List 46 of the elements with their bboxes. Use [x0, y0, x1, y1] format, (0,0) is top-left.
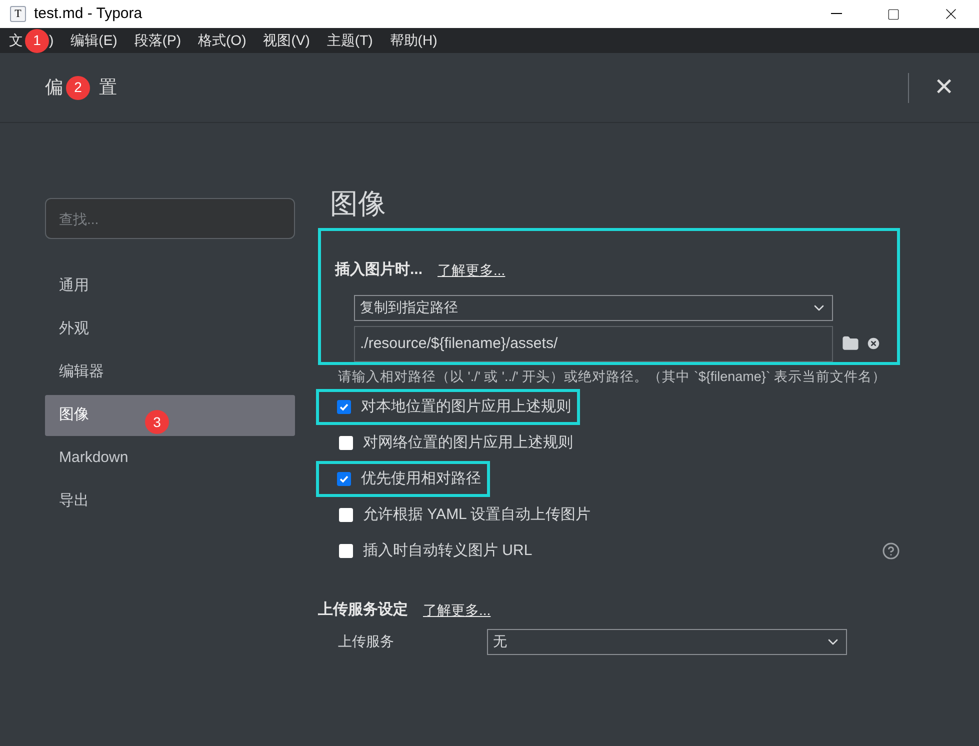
- number-badge: 2: [66, 76, 90, 100]
- dialog-title: 置: [99, 76, 117, 99]
- dropdown[interactable]: 复制到指定路径: [354, 294, 833, 320]
- app-icon: T: [10, 6, 26, 22]
- menu-item[interactable]: 文: [9, 30, 23, 51]
- search-field[interactable]: 查找...: [45, 198, 295, 239]
- menu-item[interactable]: 帮助(H): [390, 30, 438, 51]
- field-label: 上传服务: [338, 632, 395, 651]
- window-title: test.md - Typora: [34, 4, 142, 24]
- menu-item[interactable]: 格式(O): [198, 30, 246, 51]
- minimize-icon: [831, 13, 842, 15]
- checkbox[interactable]: [337, 400, 351, 414]
- checkbox-label: 对本地位置的图片应用上述规则: [361, 396, 571, 417]
- folder-icon[interactable]: [842, 335, 859, 352]
- hint-text: 请输入相对路径（以 './' 或 '../' 开头）或绝对路径。（其中 `${filename}` 表示当前文件名）: [338, 368, 888, 386]
- number-badge: 1: [25, 28, 49, 52]
- path-field[interactable]: ./resource/${filename}/assets/: [354, 326, 833, 362]
- checkbox[interactable]: [339, 436, 353, 450]
- checkbox[interactable]: [339, 544, 353, 558]
- checkbox[interactable]: [337, 472, 351, 486]
- menu-item[interactable]: ): [49, 30, 54, 51]
- help-icon[interactable]: [882, 542, 900, 560]
- checkbox-label: 允许根据 YAML 设置自动上传图片: [363, 504, 591, 525]
- menu-item[interactable]: 段落(P): [134, 30, 182, 51]
- sidebar-item[interactable]: Markdown: [45, 438, 295, 479]
- menu-item[interactable]: 编辑(E): [70, 30, 118, 51]
- dropdown[interactable]: 无: [487, 628, 847, 654]
- setting-title: 上传服务设定: [318, 600, 408, 620]
- learn-more-link[interactable]: 了解更多...: [423, 600, 491, 621]
- sidebar-item[interactable]: 外观: [45, 309, 295, 350]
- checkbox-label: 对网络位置的图片应用上述规则: [363, 432, 573, 453]
- checkbox-label: 优先使用相对路径: [361, 468, 481, 489]
- menu-item[interactable]: 视图(V): [263, 30, 310, 51]
- close-button[interactable]: ✕: [909, 70, 979, 106]
- dialog-title: 偏: [45, 76, 63, 99]
- section-heading: 图像: [330, 187, 387, 221]
- clear-icon[interactable]: [866, 336, 881, 351]
- sidebar-item[interactable]: 导出: [45, 481, 295, 522]
- checkbox[interactable]: [339, 508, 353, 522]
- setting-title: 插入图片时...: [335, 260, 423, 280]
- learn-more-link[interactable]: 了解更多...: [438, 260, 506, 281]
- sidebar-item[interactable]: 通用: [45, 266, 295, 307]
- sidebar-item[interactable]: 编辑器: [45, 352, 295, 393]
- menu-item[interactable]: 主题(T): [326, 30, 373, 51]
- checkbox-label: 插入时自动转义图片 URL: [363, 540, 532, 561]
- maximize-icon: [887, 8, 900, 20]
